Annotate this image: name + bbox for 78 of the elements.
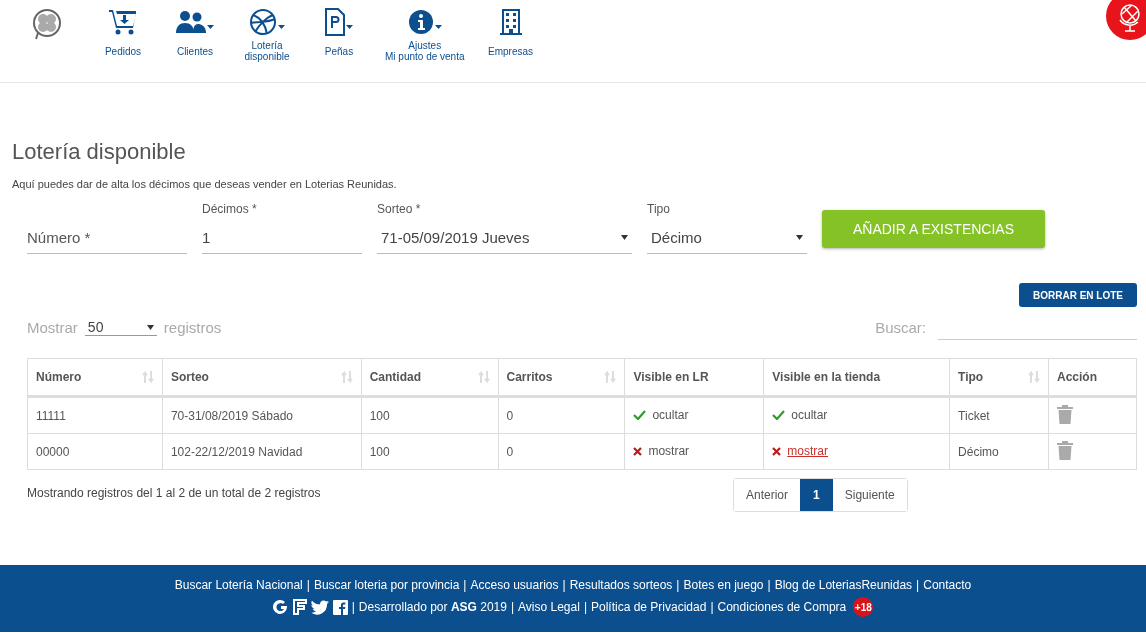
separator: | bbox=[710, 600, 714, 614]
search-label: Buscar: bbox=[875, 319, 926, 336]
footer-link[interactable]: Aviso Legal bbox=[518, 600, 580, 614]
table-cell: 70-31/08/2019 Sábado bbox=[162, 396, 362, 434]
column-header: Acción bbox=[1048, 358, 1137, 397]
select-field[interactable]: Décimo bbox=[647, 222, 807, 254]
nav-item[interactable]: Ajustes Mi punto de venta bbox=[375, 0, 475, 62]
visibility-label: ocultar bbox=[791, 408, 828, 422]
table-cell: 0 bbox=[498, 433, 625, 470]
building-icon bbox=[499, 8, 522, 36]
page-button[interactable]: 1 bbox=[800, 479, 833, 511]
table-cell: 100 bbox=[361, 396, 499, 434]
footer-link[interactable]: Desarrollado por ASG 2019 bbox=[358, 600, 507, 614]
column-header[interactable]: Carritos bbox=[498, 358, 625, 397]
facebook-icon[interactable] bbox=[332, 599, 348, 615]
page-title: Lotería disponible bbox=[12, 139, 187, 165]
nav-item[interactable]: Clientes bbox=[159, 0, 231, 62]
input-field[interactable]: 1 bbox=[202, 222, 362, 254]
footer-link[interactable]: Acceso usuarios bbox=[470, 578, 559, 592]
table-cell: 100 bbox=[361, 433, 499, 470]
show-link[interactable]: mostrar bbox=[787, 444, 828, 459]
separator: | bbox=[583, 600, 587, 614]
dropdown-arrow-icon bbox=[621, 235, 628, 240]
nav-item[interactable]: Empresas bbox=[474, 0, 547, 62]
bulk-delete-button[interactable]: BORRAR EN LOTE bbox=[1019, 283, 1137, 307]
records-info: Mostrando registros del 1 al 2 de un total de 2 registros bbox=[27, 485, 322, 500]
table-cell: 00000 bbox=[27, 433, 163, 470]
table-cell: 0 bbox=[498, 396, 625, 434]
footer-link[interactable]: Blog de LoteriasReunidas bbox=[774, 578, 913, 592]
column-header[interactable]: Sorteo bbox=[162, 358, 362, 397]
footer-link[interactable]: Resultados sorteos bbox=[569, 578, 673, 592]
separator: | bbox=[463, 578, 467, 592]
separator: | bbox=[351, 600, 355, 614]
dropdown-arrow-icon bbox=[796, 235, 803, 240]
table-cell: 102-22/12/2019 Navidad bbox=[162, 433, 362, 470]
column-header[interactable]: Tipo bbox=[949, 358, 1049, 397]
nav-item[interactable]: Pedidos bbox=[87, 0, 159, 62]
show-label: Mostrar bbox=[27, 319, 78, 336]
separator: | bbox=[676, 578, 680, 592]
footer-link[interactable]: Buscar loteria por provincia bbox=[313, 578, 460, 592]
input-field[interactable]: Número * bbox=[27, 222, 187, 254]
visibility-label: mostrar bbox=[648, 444, 690, 459]
page-size-select[interactable]: 50 bbox=[84, 319, 157, 336]
separator: | bbox=[562, 578, 566, 592]
info-icon bbox=[407, 9, 434, 35]
footer-link[interactable]: Condiciones de Compra bbox=[717, 600, 847, 614]
records-label: registros bbox=[163, 319, 222, 336]
bird-icon[interactable] bbox=[310, 599, 329, 615]
document-icon bbox=[325, 8, 345, 36]
column-header[interactable]: Cantidad bbox=[361, 358, 499, 397]
column-header: Visible en la tienda bbox=[763, 358, 950, 397]
field-label: Tipo bbox=[647, 202, 671, 218]
field-label: Sorteo * bbox=[377, 202, 422, 218]
visibility-label: ocultar bbox=[652, 408, 689, 422]
separator: | bbox=[306, 578, 310, 592]
column-header[interactable]: Número bbox=[27, 358, 163, 397]
separator: | bbox=[510, 600, 515, 614]
page-description: Aquí puedes dar de alta los décimos que deseas vender en Loterias Reunidas. bbox=[12, 178, 398, 190]
column-header: Visible en LR bbox=[624, 358, 764, 397]
select-field[interactable]: 71-05/09/2019 Jueves bbox=[377, 222, 632, 254]
footer-link[interactable]: Contacto bbox=[923, 578, 972, 592]
table-cell: Ticket bbox=[949, 396, 1049, 434]
field-label: Décimos * bbox=[202, 202, 258, 218]
table-cell: 11111 bbox=[27, 396, 163, 434]
cart-icon bbox=[109, 7, 137, 37]
nav-item[interactable]: Lotería disponible bbox=[231, 0, 303, 62]
age-badge: +18 bbox=[853, 597, 874, 617]
separator: | bbox=[767, 578, 771, 592]
footer-link[interactable]: Botes en juego bbox=[683, 578, 764, 592]
footer-link[interactable]: Buscar Lotería Nacional bbox=[174, 578, 303, 592]
basketball-icon bbox=[249, 8, 277, 36]
g-icon[interactable] bbox=[272, 599, 289, 615]
footer-link[interactable]: Política de Privacidad bbox=[591, 600, 707, 614]
nav-item[interactable]: Peñas bbox=[303, 0, 375, 62]
dropdown-arrow-icon bbox=[146, 324, 154, 330]
separator: | bbox=[916, 578, 920, 592]
users-icon bbox=[176, 10, 206, 34]
table-cell: Décimo bbox=[949, 433, 1049, 470]
